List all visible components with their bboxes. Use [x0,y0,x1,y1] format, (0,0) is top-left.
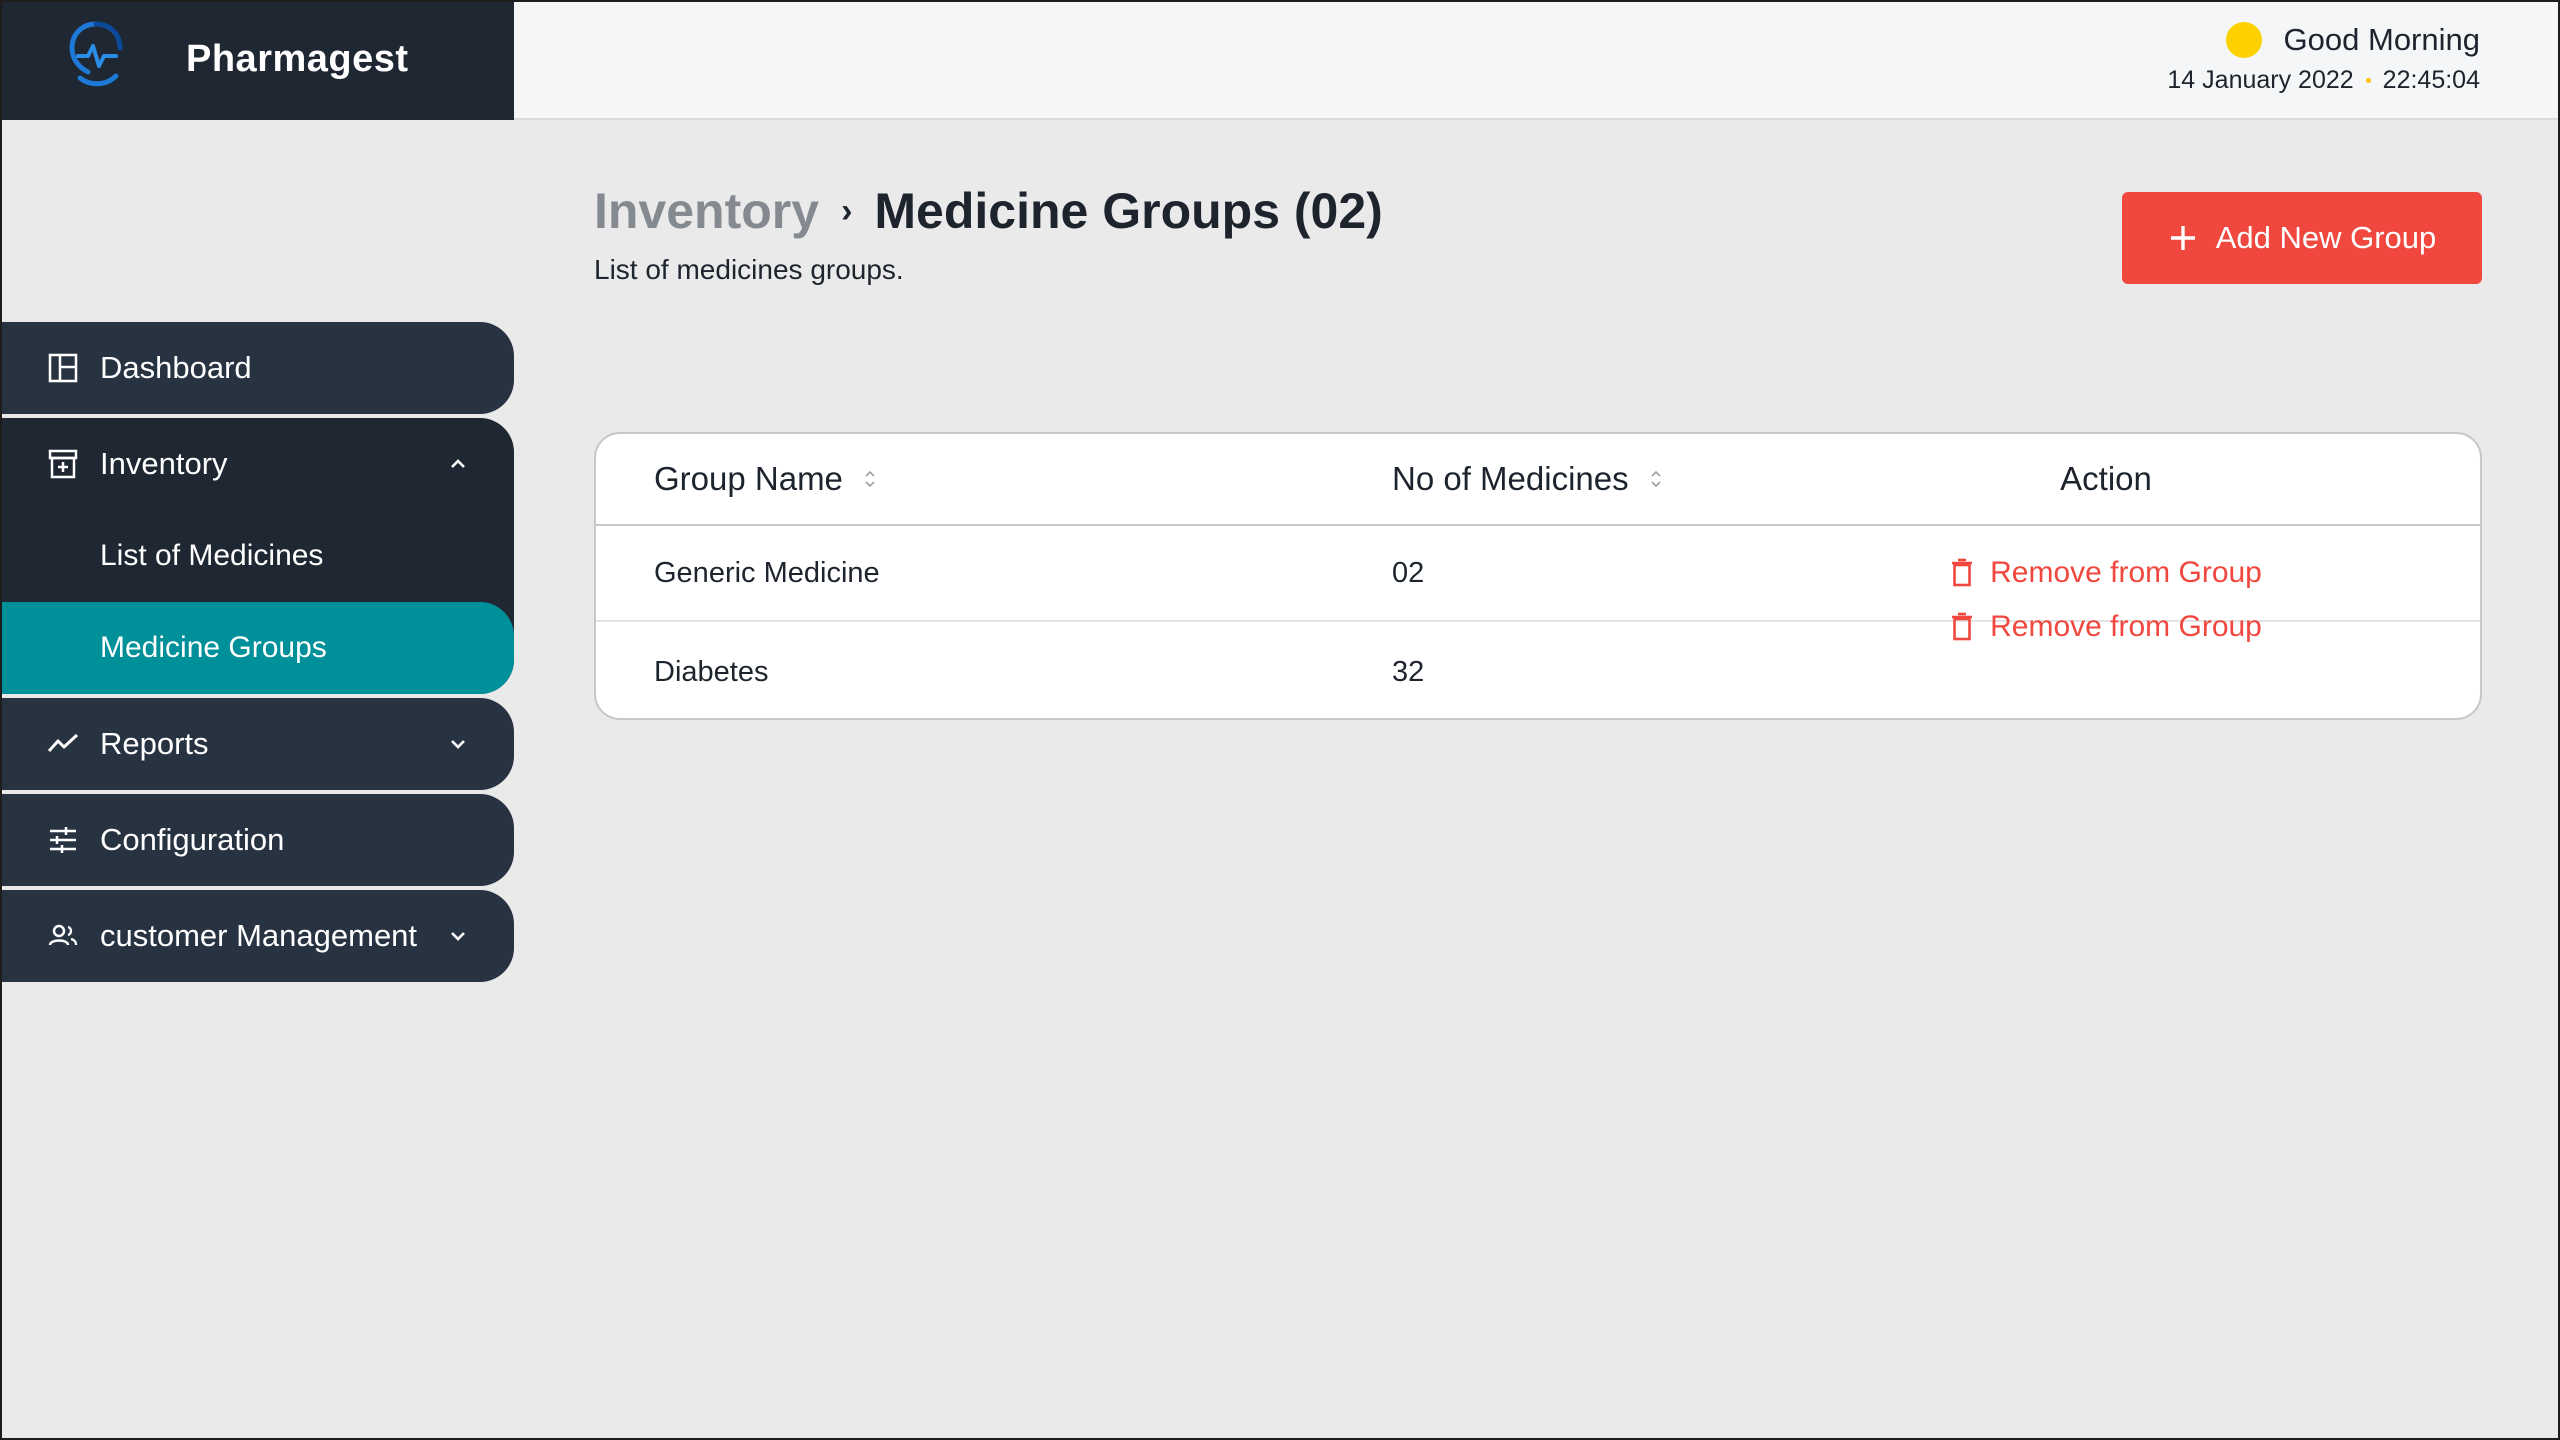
pharmagest-logo-icon [69,21,123,87]
remove-from-group-label: Remove from Group [1990,610,2262,643]
column-header-action: Action [2060,460,2152,497]
greeting-row: Good Morning [2225,22,2480,58]
table-header-row: Group Name No of Medicines Action [596,434,2480,526]
add-new-group-button[interactable]: Add New Group [2122,192,2482,284]
breadcrumb-inventory-link[interactable]: Inventory [594,182,819,240]
sidebar-item-label: Dashboard [100,350,252,385]
sidebar-subitem-list-of-medicines[interactable]: List of Medicines [2,510,514,602]
column-header-label: No of Medicines [1392,460,1629,497]
medicine-count-cell: 32 [1392,655,1425,688]
remove-from-group-label: Remove from Group [1990,556,2262,589]
app-name: Pharmagest [186,38,409,80]
group-name-cell: Generic Medicine [654,556,880,589]
sidebar-item-reports[interactable]: Reports [2,698,514,790]
column-header-label: Group Name [654,460,843,497]
remove-from-group-button[interactable]: Remove from Group [1950,610,2262,644]
sort-icon [865,470,875,488]
sidebar-subitem-medicine-groups[interactable]: Medicine Groups [2,602,514,694]
trash-icon [1952,558,1973,587]
sort-icon [1651,470,1661,488]
greeting-text: Good Morning [2283,22,2480,57]
chevron-down-icon [446,732,470,756]
column-header-no-of-medicines[interactable]: No of Medicines [1392,460,1665,498]
inventory-icon [46,447,80,481]
page-title: Medicine Groups (02) [874,183,1383,239]
brand-block: Pharmagest [2,2,514,120]
top-bar: Good Morning 14 January 2022 22:45:04 [514,2,2558,120]
current-time: 22:45:04 [2382,66,2480,94]
sidebar-item-customer-management[interactable]: customer Management [2,890,514,982]
table-row: Diabetes 32 Remove from Group [596,610,2480,718]
reports-icon [46,727,80,761]
datetime-row: 14 January 2022 22:45:04 [2167,66,2480,95]
sidebar-item-label: Configuration [100,822,285,857]
configuration-icon [46,823,80,857]
add-new-group-label: Add New Group [2215,220,2437,255]
page-subtitle: List of medicines groups. [594,254,904,285]
chevron-down-icon [446,924,470,948]
table-row: Generic Medicine 02 Remove from Group [596,526,2480,622]
breadcrumb-separator-icon: › [841,191,853,230]
current-date: 14 January 2022 [2167,66,2354,94]
sidebar-item-inventory[interactable]: Inventory [2,418,514,510]
sidebar-item-label: customer Management [100,918,418,953]
trash-icon [1952,612,1973,641]
medicine-count-cell: 02 [1392,556,1425,589]
chevron-up-icon [446,452,470,476]
sidebar-item-label: Inventory [100,446,228,481]
sidebar-subitem-label: Medicine Groups [100,631,327,664]
sidebar-item-dashboard[interactable]: Dashboard [2,322,514,414]
plus-icon [2170,226,2195,250]
sidebar-item-configuration[interactable]: Configuration [2,794,514,886]
sidebar-group-inventory: Inventory List of Medicines Medicine Gro… [2,418,514,694]
sun-icon [2225,22,2262,58]
group-name-cell: Diabetes [654,655,769,688]
dashboard-icon [46,351,80,385]
breadcrumb: Inventory › Medicine Groups (02) [594,182,1383,240]
column-header-group-name[interactable]: Group Name [654,460,879,498]
app-window: Pharmagest Good Morning 14 January 2022 … [0,0,2560,1440]
sidebar-subitem-label: List of Medicines [100,539,324,572]
remove-from-group-button[interactable]: Remove from Group [1950,556,2262,590]
customers-icon [46,919,80,953]
dot-separator-icon [2365,78,2371,83]
sidebar-item-label: Reports [100,726,209,761]
medicine-groups-table: Group Name No of Medicines Action Generi… [594,432,2482,720]
